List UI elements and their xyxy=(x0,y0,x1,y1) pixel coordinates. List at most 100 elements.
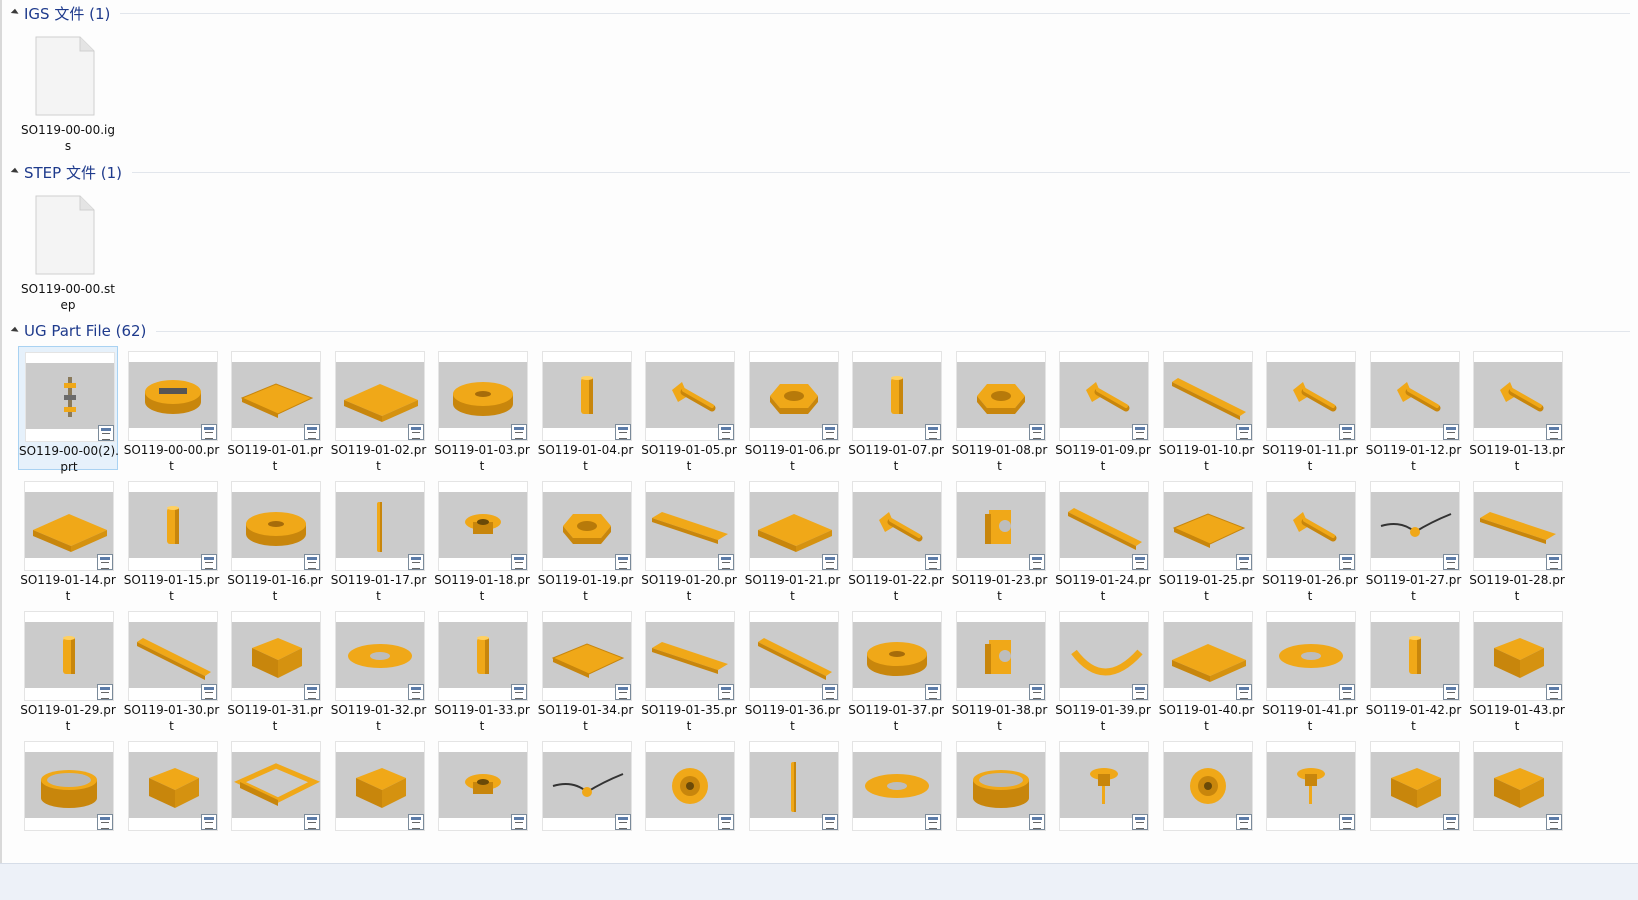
file-item[interactable]: SO119-01-18.prt xyxy=(432,476,532,603)
file-item[interactable]: SO119-01-25.prt xyxy=(1157,476,1257,603)
group-header-ug-part[interactable]: UG Part File (62) xyxy=(8,320,1630,342)
file-name: SO119-01-14.prt xyxy=(20,573,116,603)
file-item[interactable]: SO119-01-27.prt xyxy=(1364,476,1464,603)
file-name: SO119-01-01.prt xyxy=(227,443,323,473)
file-item[interactable]: SO119-01-09.prt xyxy=(1053,346,1153,473)
file-item[interactable] xyxy=(846,736,946,860)
file-item[interactable]: SO119-01-29.prt xyxy=(18,606,118,733)
file-item[interactable]: SO119-01-06.prt xyxy=(743,346,843,473)
file-item[interactable] xyxy=(1364,736,1464,860)
file-item[interactable]: SO119-01-30.prt xyxy=(122,606,222,733)
file-item[interactable]: SO119-01-41.prt xyxy=(1260,606,1360,733)
file-item[interactable]: SO119-01-23.prt xyxy=(950,476,1050,603)
collapse-arrow-icon[interactable] xyxy=(10,167,20,177)
file-item[interactable]: SO119-01-32.prt xyxy=(329,606,429,733)
file-name: SO119-01-04.prt xyxy=(537,443,634,473)
file-item[interactable]: SO119-01-14.prt xyxy=(18,476,118,603)
ug-file-badge-icon xyxy=(1546,684,1562,700)
part-preview-icon xyxy=(347,644,412,668)
file-item[interactable]: SO119-01-01.prt xyxy=(225,346,325,473)
file-item[interactable] xyxy=(950,736,1050,860)
file-item[interactable] xyxy=(1260,736,1360,860)
part-thumbnail xyxy=(1060,742,1148,830)
file-item[interactable] xyxy=(1053,736,1153,860)
file-item[interactable]: SO119-00-00.igs xyxy=(18,28,118,158)
part-preview-icon xyxy=(1390,768,1441,808)
part-preview-icon xyxy=(148,768,199,808)
file-item[interactable]: SO119-01-03.prt xyxy=(432,346,532,473)
ug-file-badge-icon xyxy=(718,424,734,440)
part-thumbnail xyxy=(542,742,631,830)
file-item[interactable]: SO119-01-26.prt xyxy=(1260,476,1360,603)
file-item[interactable]: SO119-01-34.prt xyxy=(536,606,636,733)
file-item[interactable]: SO119-01-43.prt xyxy=(1467,606,1567,733)
part-preview-icon xyxy=(1293,382,1337,412)
file-item[interactable]: SO119-00-00.step xyxy=(18,187,118,317)
file-item[interactable] xyxy=(1467,736,1567,860)
ug-file-badge-icon xyxy=(1442,814,1459,830)
file-item[interactable]: SO119-01-42.prt xyxy=(1364,606,1464,733)
status-bar xyxy=(0,863,1638,900)
part-thumbnail xyxy=(232,742,320,830)
file-item[interactable]: SO119-01-31.prt xyxy=(225,606,325,733)
part-preview-icon xyxy=(1494,638,1544,678)
group-header-igs[interactable]: IGS 文件 (1) xyxy=(8,2,1630,24)
file-item[interactable]: SO119-01-19.prt xyxy=(536,476,636,603)
file-item[interactable] xyxy=(743,736,843,860)
part-thumbnail xyxy=(335,612,424,700)
file-item[interactable]: SO119-01-37.prt xyxy=(846,606,946,733)
file-item[interactable]: SO119-01-20.prt xyxy=(639,476,739,603)
file-item[interactable] xyxy=(18,736,118,860)
file-list-pane[interactable]: IGS 文件 (1) SO119-00-00.igs STEP 文件 (1) S… xyxy=(0,0,1638,863)
file-item[interactable]: SO119-01-11.prt xyxy=(1260,346,1360,473)
file-item[interactable]: SO119-01-05.prt xyxy=(639,346,739,473)
part-thumbnail xyxy=(1060,612,1148,700)
part-preview-icon xyxy=(879,512,923,542)
ug-file-badge-icon xyxy=(821,684,838,700)
file-item[interactable]: SO119-01-12.prt xyxy=(1364,346,1464,473)
part-preview-icon xyxy=(1171,378,1246,420)
file-item[interactable]: SO119-01-22.prt xyxy=(846,476,946,603)
part-preview-icon xyxy=(1090,768,1118,804)
part-thumbnail xyxy=(1267,612,1355,700)
collapse-arrow-icon[interactable] xyxy=(10,326,20,336)
file-item[interactable]: SO119-01-10.prt xyxy=(1157,346,1257,473)
file-item[interactable]: SO119-00-00(2).prt xyxy=(18,346,119,474)
part-thumbnail xyxy=(335,482,424,570)
file-item[interactable]: SO119-01-21.prt xyxy=(743,476,843,603)
file-item[interactable]: SO119-01-17.prt xyxy=(329,476,429,603)
part-thumbnail xyxy=(25,482,113,570)
ug-file-badge-icon xyxy=(98,425,114,441)
ug-file-badge-icon xyxy=(614,554,631,570)
file-item[interactable]: SO119-01-33.prt xyxy=(432,606,532,733)
file-item[interactable]: SO119-01-13.prt xyxy=(1467,346,1567,473)
file-item[interactable] xyxy=(639,736,739,860)
collapse-arrow-icon[interactable] xyxy=(10,8,20,18)
part-thumbnail xyxy=(335,742,424,830)
part-thumbnail xyxy=(1267,742,1355,830)
file-item[interactable]: SO119-00-00.prt xyxy=(122,346,222,473)
file-item[interactable]: SO119-01-28.prt xyxy=(1467,476,1567,603)
file-item[interactable]: SO119-01-24.prt xyxy=(1053,476,1153,603)
file-name: SO119-00-00.prt xyxy=(123,443,220,473)
file-item[interactable] xyxy=(122,736,222,860)
ug-file-badge-icon xyxy=(407,424,424,440)
file-item[interactable]: SO119-01-36.prt xyxy=(743,606,843,733)
file-item[interactable] xyxy=(1157,736,1257,860)
file-item[interactable]: SO119-01-40.prt xyxy=(1157,606,1257,733)
file-item[interactable] xyxy=(329,736,429,860)
ug-file-badge-icon xyxy=(1546,814,1562,830)
file-item[interactable]: SO119-01-35.prt xyxy=(639,606,739,733)
file-item[interactable]: SO119-01-07.prt xyxy=(846,346,946,473)
file-item[interactable]: SO119-01-39.prt xyxy=(1053,606,1153,733)
group-header-step[interactable]: STEP 文件 (1) xyxy=(8,161,1630,183)
file-item[interactable] xyxy=(432,736,532,860)
file-item[interactable]: SO119-01-15.prt xyxy=(122,476,222,603)
file-item[interactable] xyxy=(225,736,325,860)
file-item[interactable]: SO119-01-38.prt xyxy=(950,606,1050,733)
file-item[interactable]: SO119-01-04.prt xyxy=(536,346,636,473)
file-item[interactable]: SO119-01-16.prt xyxy=(225,476,325,603)
file-item[interactable]: SO119-01-08.prt xyxy=(950,346,1050,473)
file-item[interactable]: SO119-01-02.prt xyxy=(329,346,429,473)
file-item[interactable] xyxy=(536,736,636,860)
